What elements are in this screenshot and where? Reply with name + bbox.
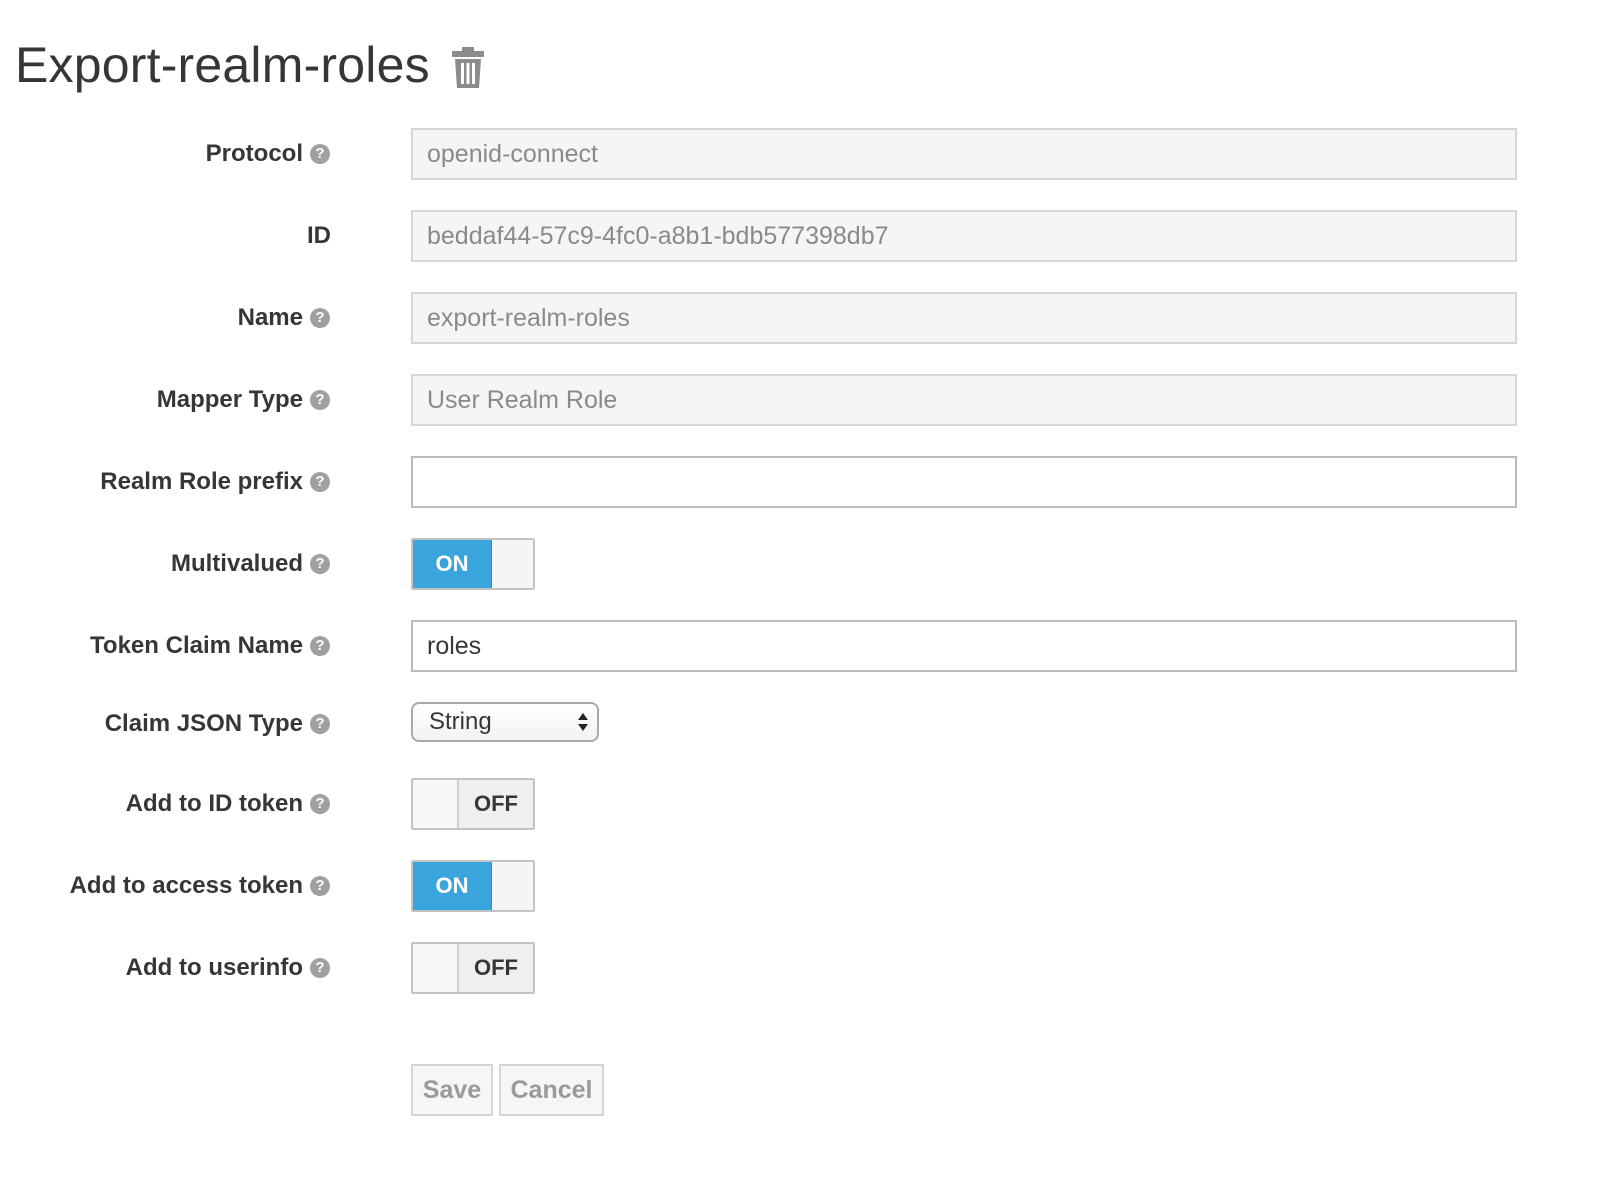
- id-field: beddaf44-57c9-4fc0-a8b1-bdb577398db7: [411, 210, 1517, 262]
- toggle-state: ON: [413, 540, 492, 588]
- multivalued-label: Multivalued ?: [171, 538, 330, 590]
- help-icon[interactable]: ?: [310, 144, 330, 164]
- add-to-id-token-toggle[interactable]: OFF: [411, 778, 535, 830]
- add-to-access-token-row: Add to access token ? ON: [0, 860, 1614, 912]
- mapper-type-label: Mapper Type ?: [157, 374, 330, 426]
- token-claim-name-row: Token Claim Name ? roles: [0, 620, 1614, 672]
- token-claim-name-label: Token Claim Name ?: [90, 620, 330, 672]
- select-arrows-icon: [578, 713, 588, 731]
- help-icon[interactable]: ?: [310, 636, 330, 656]
- multivalued-row: Multivalued ? ON: [0, 538, 1614, 590]
- help-icon[interactable]: ?: [310, 554, 330, 574]
- mapper-type-row: Mapper Type ? User Realm Role: [0, 374, 1614, 426]
- multivalued-toggle[interactable]: ON: [411, 538, 535, 590]
- name-label: Name ?: [238, 292, 330, 344]
- page-header: Export-realm-roles: [15, 30, 486, 100]
- name-row: Name ? export-realm-roles: [0, 292, 1614, 344]
- add-to-id-token-row: Add to ID token ? OFF: [0, 778, 1614, 830]
- toggle-knob: [492, 862, 533, 910]
- protocol-label: Protocol ?: [206, 128, 330, 180]
- protocol-field: openid-connect: [411, 128, 1517, 180]
- toggle-knob: [413, 780, 459, 828]
- add-to-userinfo-toggle[interactable]: OFF: [411, 942, 535, 994]
- id-label: ID: [307, 222, 331, 249]
- help-icon[interactable]: ?: [310, 876, 330, 896]
- realm-role-prefix-input[interactable]: [411, 456, 1517, 508]
- page-title: Export-realm-roles: [15, 37, 430, 93]
- toggle-knob: [413, 944, 459, 992]
- toggle-state: ON: [413, 862, 492, 910]
- toggle-knob: [492, 540, 533, 588]
- toggle-state: OFF: [459, 780, 533, 828]
- help-icon[interactable]: ?: [310, 958, 330, 978]
- claim-json-type-label: Claim JSON Type ?: [105, 698, 330, 750]
- help-icon[interactable]: ?: [310, 714, 330, 734]
- help-icon[interactable]: ?: [310, 794, 330, 814]
- save-button[interactable]: Save: [411, 1064, 493, 1116]
- token-claim-name-input[interactable]: roles: [411, 620, 1517, 672]
- id-row: ID beddaf44-57c9-4fc0-a8b1-bdb577398db7: [0, 210, 1614, 262]
- add-to-userinfo-row: Add to userinfo ? OFF: [0, 942, 1614, 994]
- name-field: export-realm-roles: [411, 292, 1517, 344]
- add-to-userinfo-label: Add to userinfo ?: [126, 942, 330, 994]
- add-to-access-token-label: Add to access token ?: [70, 860, 330, 912]
- mapper-type-field: User Realm Role: [411, 374, 1517, 426]
- toggle-state: OFF: [459, 944, 533, 992]
- help-icon[interactable]: ?: [310, 390, 330, 410]
- realm-role-prefix-label: Realm Role prefix ?: [100, 456, 330, 508]
- help-icon[interactable]: ?: [310, 472, 330, 492]
- claim-json-type-select[interactable]: String: [411, 702, 599, 742]
- trash-icon[interactable]: [450, 46, 486, 90]
- claim-json-type-row: Claim JSON Type ? String: [0, 698, 1614, 750]
- cancel-button[interactable]: Cancel: [499, 1064, 604, 1116]
- add-to-access-token-toggle[interactable]: ON: [411, 860, 535, 912]
- realm-role-prefix-row: Realm Role prefix ?: [0, 456, 1614, 508]
- add-to-id-token-label: Add to ID token ?: [126, 778, 330, 830]
- protocol-row: Protocol ? openid-connect: [0, 128, 1614, 180]
- help-icon[interactable]: ?: [310, 308, 330, 328]
